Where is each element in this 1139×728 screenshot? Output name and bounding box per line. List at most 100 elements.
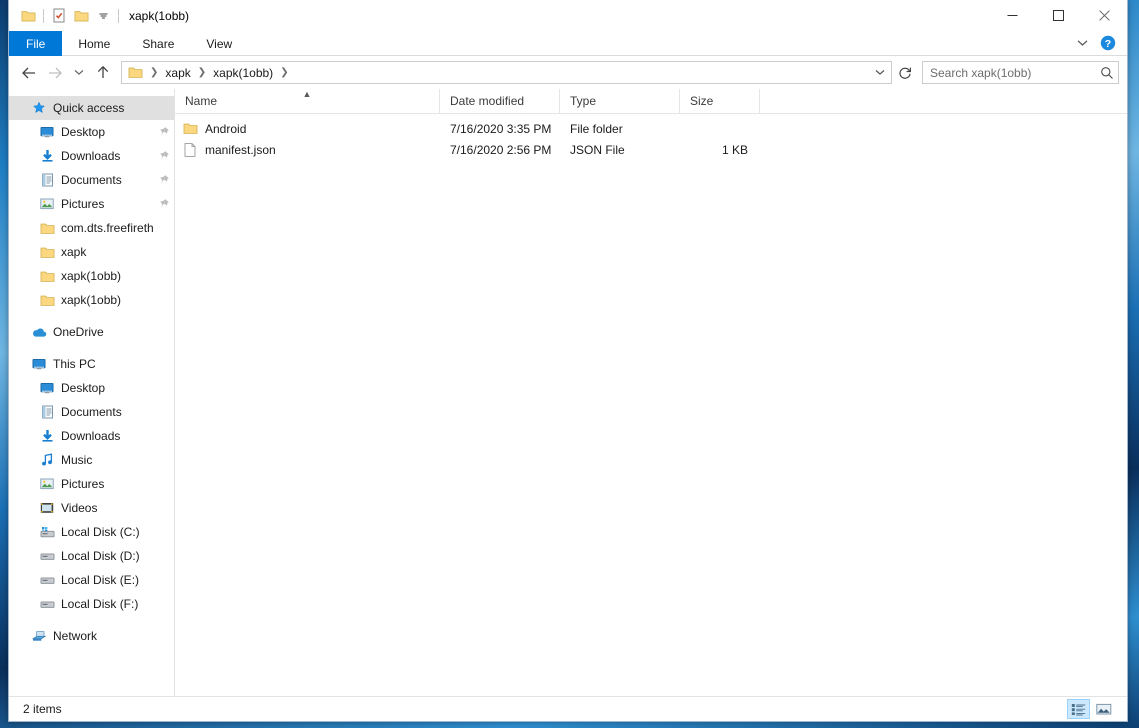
ribbon-tab-bar: File Home Share View ?: [9, 31, 1127, 56]
sidebar-item-xapk1obb-b[interactable]: xapk(1obb): [9, 288, 174, 312]
drive-icon: [39, 548, 55, 564]
explorer-icon[interactable]: [17, 5, 39, 27]
sidebar-item-network[interactable]: Network: [9, 624, 174, 648]
refresh-button[interactable]: [894, 61, 916, 84]
new-folder-icon[interactable]: [70, 5, 92, 27]
window-title: xapk(1obb): [129, 9, 189, 23]
toolbar-divider: [43, 9, 44, 23]
breadcrumb-item-xapk[interactable]: xapk: [163, 66, 192, 80]
sidebar-item-local-disk-d[interactable]: Local Disk (D:): [9, 544, 174, 568]
documents-icon: [39, 404, 55, 420]
sidebar-item-pictures[interactable]: Pictures: [9, 192, 174, 216]
maximize-button[interactable]: [1035, 0, 1081, 31]
sidebar-item-music[interactable]: Music: [9, 448, 174, 472]
file-icon: [182, 142, 198, 158]
help-icon[interactable]: ?: [1097, 32, 1119, 54]
back-button[interactable]: [17, 61, 41, 85]
sidebar-item-label: Downloads: [61, 149, 120, 163]
pin-icon[interactable]: [158, 150, 170, 162]
column-header-type[interactable]: Type: [560, 89, 680, 113]
forward-button[interactable]: [43, 61, 67, 85]
cell-name: Android: [175, 121, 440, 137]
column-label: Size: [690, 94, 713, 108]
chevron-down-icon[interactable]: [1069, 32, 1095, 54]
customize-dropdown-icon[interactable]: [92, 5, 114, 27]
sidebar-item-label: Documents: [61, 173, 122, 187]
breadcrumb[interactable]: ❯ xapk ❯ xapk(1obb) ❯: [121, 61, 892, 84]
sidebar-item-desktop[interactable]: Desktop: [9, 120, 174, 144]
videos-icon: [39, 500, 55, 516]
sidebar-item-local-disk-c[interactable]: Local Disk (C:): [9, 520, 174, 544]
sidebar-item-onedrive[interactable]: OneDrive: [9, 320, 174, 344]
sidebar-item-xapk1obb-a[interactable]: xapk(1obb): [9, 264, 174, 288]
content-pane[interactable]: ▲ Name Date modified Type Size: [175, 89, 1127, 696]
sidebar-item-pc-desktop[interactable]: Desktop: [9, 376, 174, 400]
pin-icon[interactable]: [158, 198, 170, 210]
item-count-label: 2 items: [23, 702, 62, 716]
folder-icon: [182, 121, 198, 137]
breadcrumb-separator-2[interactable]: ❯: [275, 67, 293, 78]
search-icon[interactable]: [1100, 66, 1114, 80]
sidebar-item-pc-pictures[interactable]: Pictures: [9, 472, 174, 496]
tab-view[interactable]: View: [190, 31, 248, 56]
desktop-icon: [39, 380, 55, 396]
svg-text:?: ?: [1105, 38, 1111, 50]
table-row[interactable]: Android 7/16/2020 3:35 PM File folder: [175, 118, 1127, 139]
file-name: manifest.json: [205, 143, 276, 157]
sidebar-item-label: Desktop: [61, 125, 105, 139]
sidebar-item-label: Pictures: [61, 197, 104, 211]
breadcrumb-dropdown-icon[interactable]: [871, 62, 889, 83]
drive-icon: [39, 572, 55, 588]
sidebar-item-pc-documents[interactable]: Documents: [9, 400, 174, 424]
drive-icon: [39, 596, 55, 612]
address-bar: ❯ xapk ❯ xapk(1obb) ❯: [9, 56, 1127, 89]
file-list[interactable]: Android 7/16/2020 3:35 PM File folder ma…: [175, 114, 1127, 696]
sidebar-item-documents[interactable]: Documents: [9, 168, 174, 192]
breadcrumb-separator-0[interactable]: ❯: [145, 67, 163, 78]
breadcrumb-item-xapk1obb[interactable]: xapk(1obb): [211, 66, 275, 80]
up-button[interactable]: [91, 61, 115, 85]
minimize-button[interactable]: [989, 0, 1035, 31]
table-row[interactable]: manifest.json 7/16/2020 2:56 PM JSON Fil…: [175, 139, 1127, 160]
large-icons-view-button[interactable]: [1092, 699, 1115, 719]
sidebar-item-downloads[interactable]: Downloads: [9, 144, 174, 168]
music-icon: [39, 452, 55, 468]
breadcrumb-separator-1[interactable]: ❯: [193, 67, 211, 78]
cell-date: 7/16/2020 2:56 PM: [440, 143, 560, 157]
sidebar-item-label: Local Disk (E:): [61, 573, 139, 587]
tab-share[interactable]: Share: [126, 31, 190, 56]
search-box[interactable]: [922, 61, 1119, 84]
tab-home[interactable]: Home: [62, 31, 126, 56]
downloads-icon: [39, 148, 55, 164]
sidebar-item-pc-downloads[interactable]: Downloads: [9, 424, 174, 448]
column-header-size[interactable]: Size: [680, 89, 760, 113]
sidebar-item-label: xapk(1obb): [61, 269, 121, 283]
close-button[interactable]: [1081, 0, 1127, 31]
sidebar-item-label: com.dts.freefireth: [61, 221, 154, 235]
sidebar-item-quick-access[interactable]: Quick access: [9, 96, 174, 120]
sidebar-item-videos[interactable]: Videos: [9, 496, 174, 520]
column-label: Date modified: [450, 94, 524, 108]
sidebar-item-com-dts-freefireth[interactable]: com.dts.freefireth: [9, 216, 174, 240]
properties-icon[interactable]: [48, 5, 70, 27]
column-header-date-modified[interactable]: Date modified: [440, 89, 560, 113]
navigation-pane[interactable]: Quick access Desktop Downloads: [9, 89, 175, 696]
pin-icon[interactable]: [158, 174, 170, 186]
folder-icon: [127, 65, 143, 81]
folder-icon: [39, 268, 55, 284]
sidebar-item-xapk[interactable]: xapk: [9, 240, 174, 264]
sidebar-item-label: Music: [61, 453, 92, 467]
recent-locations-button[interactable]: [69, 61, 89, 85]
column-header-name[interactable]: ▲ Name: [175, 89, 440, 113]
sidebar-item-local-disk-f[interactable]: Local Disk (F:): [9, 592, 174, 616]
pin-icon[interactable]: [158, 126, 170, 138]
details-view-button[interactable]: [1067, 699, 1090, 719]
explorer-body: Quick access Desktop Downloads: [9, 89, 1127, 696]
search-input[interactable]: [930, 66, 1100, 80]
sidebar-item-local-disk-e[interactable]: Local Disk (E:): [9, 568, 174, 592]
column-header-row: ▲ Name Date modified Type Size: [175, 89, 1127, 114]
tab-file[interactable]: File: [9, 31, 62, 56]
sidebar-gap-3: [9, 616, 174, 624]
sidebar-item-this-pc[interactable]: This PC: [9, 352, 174, 376]
file-explorer-window: xapk(1obb) File Home Share View ?: [8, 0, 1128, 722]
